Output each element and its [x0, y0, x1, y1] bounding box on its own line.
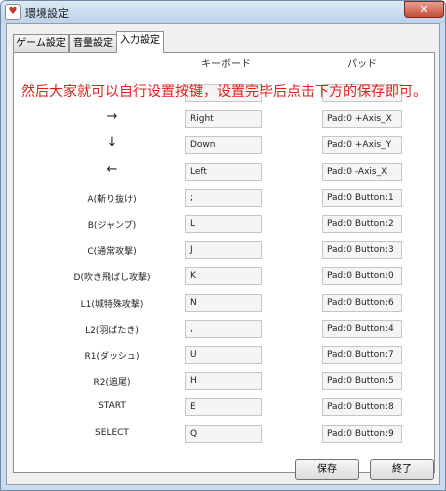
keyboard-binding-field[interactable]: K: [185, 267, 262, 285]
pad-binding-field[interactable]: Pad:0 Button:9: [322, 425, 402, 443]
keyboard-binding-field[interactable]: E: [185, 398, 262, 416]
binding-label: →: [106, 109, 118, 124]
pad-binding-field[interactable]: Pad:0 +Axis_X: [322, 110, 402, 128]
binding-label: ↓: [106, 135, 118, 150]
pad-binding-field[interactable]: Pad:0 Button:1: [322, 189, 402, 207]
binding-label: B(ジャンプ): [87, 221, 137, 231]
pad-binding-field[interactable]: Pad:0 Button:4: [322, 320, 402, 338]
close-button[interactable]: 終了: [370, 459, 434, 480]
save-button[interactable]: 保存: [295, 459, 359, 480]
binding-label: SELECT: [95, 428, 129, 438]
keyboard-binding-field[interactable]: Right: [185, 110, 262, 128]
binding-label: C(通常攻撃): [87, 247, 137, 257]
binding-label: R2(追尾): [93, 378, 131, 388]
pad-column-header: パッド: [347, 59, 377, 70]
settings-window: ♥ 環境設定 ✕ ゲーム設定 音量設定 入力設定 キーボード パッド → Righ…: [0, 0, 446, 491]
pad-binding-field[interactable]: Pad:0 Button:5: [322, 372, 402, 390]
pad-binding-field[interactable]: Pad:0 +Axis_Y: [322, 136, 402, 154]
annotation-text: 然后大家就可以自行设置按键，设置完毕后点击下方的保存即可。: [21, 84, 427, 100]
pad-binding-field[interactable]: Pad:0 Button:3: [322, 241, 402, 259]
tab-game-settings[interactable]: ゲーム設定: [13, 34, 69, 52]
keyboard-binding-field[interactable]: U: [185, 346, 262, 364]
keyboard-binding-field[interactable]: ;: [185, 189, 262, 207]
binding-label: D(吹き飛ばし攻撃): [73, 273, 151, 283]
keyboard-binding-field[interactable]: N: [185, 294, 262, 312]
keyboard-binding-field[interactable]: L: [185, 215, 262, 233]
pad-binding-field[interactable]: Pad:0 Button:0: [322, 267, 402, 285]
binding-label: R1(ダッシュ): [84, 352, 140, 362]
tab-volume-settings[interactable]: 音量設定: [69, 34, 117, 52]
tab-input-settings[interactable]: 入力設定: [116, 31, 164, 53]
binding-label: ←: [106, 162, 118, 177]
pad-binding-field[interactable]: Pad:0 -Axis_X: [322, 163, 402, 181]
binding-label: START: [98, 401, 126, 411]
pad-binding-field[interactable]: Pad:0 Button:7: [322, 346, 402, 364]
keyboard-binding-field[interactable]: ,: [185, 320, 262, 338]
keyboard-binding-field[interactable]: Q: [185, 425, 262, 443]
app-icon: ♥: [5, 4, 21, 20]
pad-binding-field[interactable]: Pad:0 Button:8: [322, 398, 402, 416]
title-bar[interactable]: ♥ 環境設定: [1, 1, 445, 23]
keyboard-binding-field[interactable]: J: [185, 241, 262, 259]
keyboard-binding-field[interactable]: H: [185, 372, 262, 390]
keyboard-column-header: キーボード: [201, 59, 251, 70]
pad-binding-field[interactable]: Pad:0 Button:6: [322, 294, 402, 312]
keyboard-binding-field[interactable]: Left: [185, 163, 262, 181]
pad-binding-field[interactable]: Pad:0 Button:2: [322, 215, 402, 233]
binding-label: A(斬り抜け): [87, 195, 137, 205]
close-window-button[interactable]: ✕: [404, 1, 444, 18]
keyboard-binding-field[interactable]: Down: [185, 136, 262, 154]
binding-label: L1(城特殊攻撃): [80, 300, 144, 310]
binding-label: L2(羽ばたき): [85, 326, 139, 336]
window-title: 環境設定: [25, 7, 69, 20]
